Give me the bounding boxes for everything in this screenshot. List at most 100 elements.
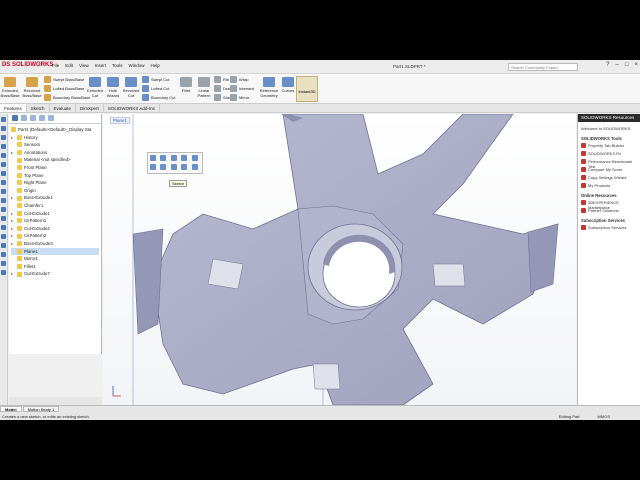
tool-icon[interactable] [1,117,6,122]
tool-icon[interactable] [1,234,6,239]
tool-icon[interactable] [1,216,6,221]
tool-icon[interactable] [1,252,6,257]
welcome-link[interactable]: Welcome to SOLIDWORKS [578,122,640,133]
tree-item[interactable]: ▸ Cut-Extrude2 [11,225,99,233]
tool-link[interactable]: Compare My Score [578,166,640,174]
close-button[interactable]: × [634,62,638,68]
normal-to-icon[interactable] [160,155,167,161]
help-icon[interactable]: ? [606,62,609,68]
tree-item[interactable]: Mirror1 [11,255,99,263]
tool-link[interactable]: Performance Benchmark Test [578,158,640,169]
menu-help[interactable]: Help [151,63,160,68]
wrap-button[interactable]: Wrap [230,76,248,83]
zoom-icon[interactable] [181,155,188,161]
tree-item[interactable]: Top Plane [11,172,99,180]
search-input[interactable]: Search Community Forum [508,63,578,71]
rename-icon[interactable] [160,164,167,170]
tool-icon[interactable] [1,162,6,167]
tree-item[interactable]: Right Plane [11,179,99,187]
tree-item[interactable]: Plane1 [11,247,99,256]
expand-icon[interactable]: ▸ [11,217,15,225]
linear-pattern-button[interactable]: Linear Pattern [194,77,214,98]
property-tab-icon[interactable] [21,115,27,121]
tab-motion-study[interactable]: Motion Study 1 [22,406,60,412]
subscription-link[interactable]: Subscription Services [578,224,640,232]
hide-icon[interactable] [191,155,198,161]
tree-item[interactable]: ▸ Boss-Extrude3 [11,240,99,248]
menu-window[interactable]: Window [129,63,145,68]
tree-item[interactable]: ▸ History [11,134,99,142]
feature-tree-tab-icon[interactable] [12,115,18,121]
menu-view[interactable]: View [79,63,89,68]
graphics-area[interactable]: Plane1 Sketch [103,114,576,405]
tree-root[interactable]: Part1 (Default<<Default>_Display Sta [11,126,99,134]
tab-sketch[interactable]: Sketch [27,104,50,112]
expand-icon[interactable]: ▸ [11,232,15,240]
tab-features[interactable]: Features [0,104,27,112]
fillet-button[interactable]: Fillet [176,77,196,93]
boundary-boss-button[interactable]: Boundary Boss/Base [44,94,90,101]
menu-tools[interactable]: Tools [112,63,123,68]
tree-item[interactable]: ▸ Annotations [11,149,99,157]
expand-icon[interactable]: ▸ [11,149,15,157]
maximize-button[interactable]: □ [625,62,629,68]
lofted-boss-button[interactable]: Lofted Boss/Base [44,85,84,92]
lofted-cut-button[interactable]: Lofted Cut [142,85,169,92]
reference-geometry-button[interactable]: Reference Geometry [259,77,279,98]
tree-item[interactable]: ▸ Boss-Extrude1 [11,194,99,202]
tab-evaluate[interactable]: Evaluate [50,104,77,112]
dimxpert-tab-icon[interactable] [39,115,45,121]
tab-dimxpert[interactable]: DimXpert [76,104,104,112]
tool-link[interactable]: Property Tab Builder [578,142,640,150]
expand-icon[interactable]: ▸ [11,134,15,142]
tree-item[interactable]: Origin [11,187,99,195]
tool-icon[interactable] [1,198,6,203]
swept-boss-button[interactable]: Swept Boss/Base [44,76,84,83]
expand-icon[interactable]: ▸ [11,240,15,248]
display-tab-icon[interactable] [48,115,54,121]
edit-feature-icon[interactable] [150,155,156,161]
instant3d-button[interactable]: Instant3D [296,76,318,102]
tree-item[interactable]: ▸ Cut-Extrude7 [11,270,99,278]
tool-icon[interactable] [1,180,6,185]
hole-wizard-button[interactable]: Hole Wizard [103,77,123,98]
tab-model[interactable]: Model [0,406,22,412]
config-tab-icon[interactable] [30,115,36,121]
tree-item[interactable]: ▸ CirPattern2 [11,232,99,240]
feature-manager-scroll[interactable] [9,397,102,405]
tool-icon[interactable] [1,225,6,230]
tool-icon[interactable] [1,261,6,266]
tool-icon[interactable] [1,126,6,131]
tab-addins[interactable]: SOLIDWORKS Add-Ins [104,104,160,112]
expand-icon[interactable]: ▸ [11,210,15,218]
tree-item[interactable]: Front Plane [11,164,99,172]
tool-icon[interactable] [1,189,6,194]
suppress-icon[interactable] [181,164,188,170]
intersect-button[interactable]: Intersect [230,85,254,92]
menu-insert[interactable]: Insert [95,63,106,68]
menu-edit[interactable]: Edit [65,63,73,68]
tool-icon[interactable] [1,171,6,176]
revolved-boss-button[interactable]: Revolved Boss/Base [22,77,42,98]
tool-icon[interactable] [1,207,6,212]
tree-item[interactable]: Sensors [11,141,99,149]
appearance-icon[interactable] [170,164,177,170]
parent-child-icon[interactable] [191,164,198,170]
expand-icon[interactable]: ▸ [11,194,15,202]
tree-item[interactable]: Material <not specified> [11,156,99,164]
menu-file[interactable]: File [52,63,59,68]
mirror-button[interactable]: Mirror [230,94,249,101]
extruded-boss-button[interactable]: Extruded Boss/Base [0,77,20,98]
units-selector[interactable]: MMGS [598,414,610,419]
online-link[interactable]: Partner Solutions [578,207,640,215]
tree-item[interactable]: ▸ CirPattern1 [11,217,99,225]
tree-item[interactable]: Chamfer1 [11,202,99,210]
show-icon[interactable] [170,155,177,161]
extruded-cut-button[interactable]: Extruded Cut [85,77,105,98]
tool-icon[interactable] [1,270,6,275]
expand-icon[interactable]: ▸ [11,270,15,278]
tree-item[interactable]: Fillet1 [11,263,99,271]
tool-icon[interactable] [1,135,6,140]
rib-button[interactable]: Rib [214,76,229,83]
tool-icon[interactable] [1,243,6,248]
